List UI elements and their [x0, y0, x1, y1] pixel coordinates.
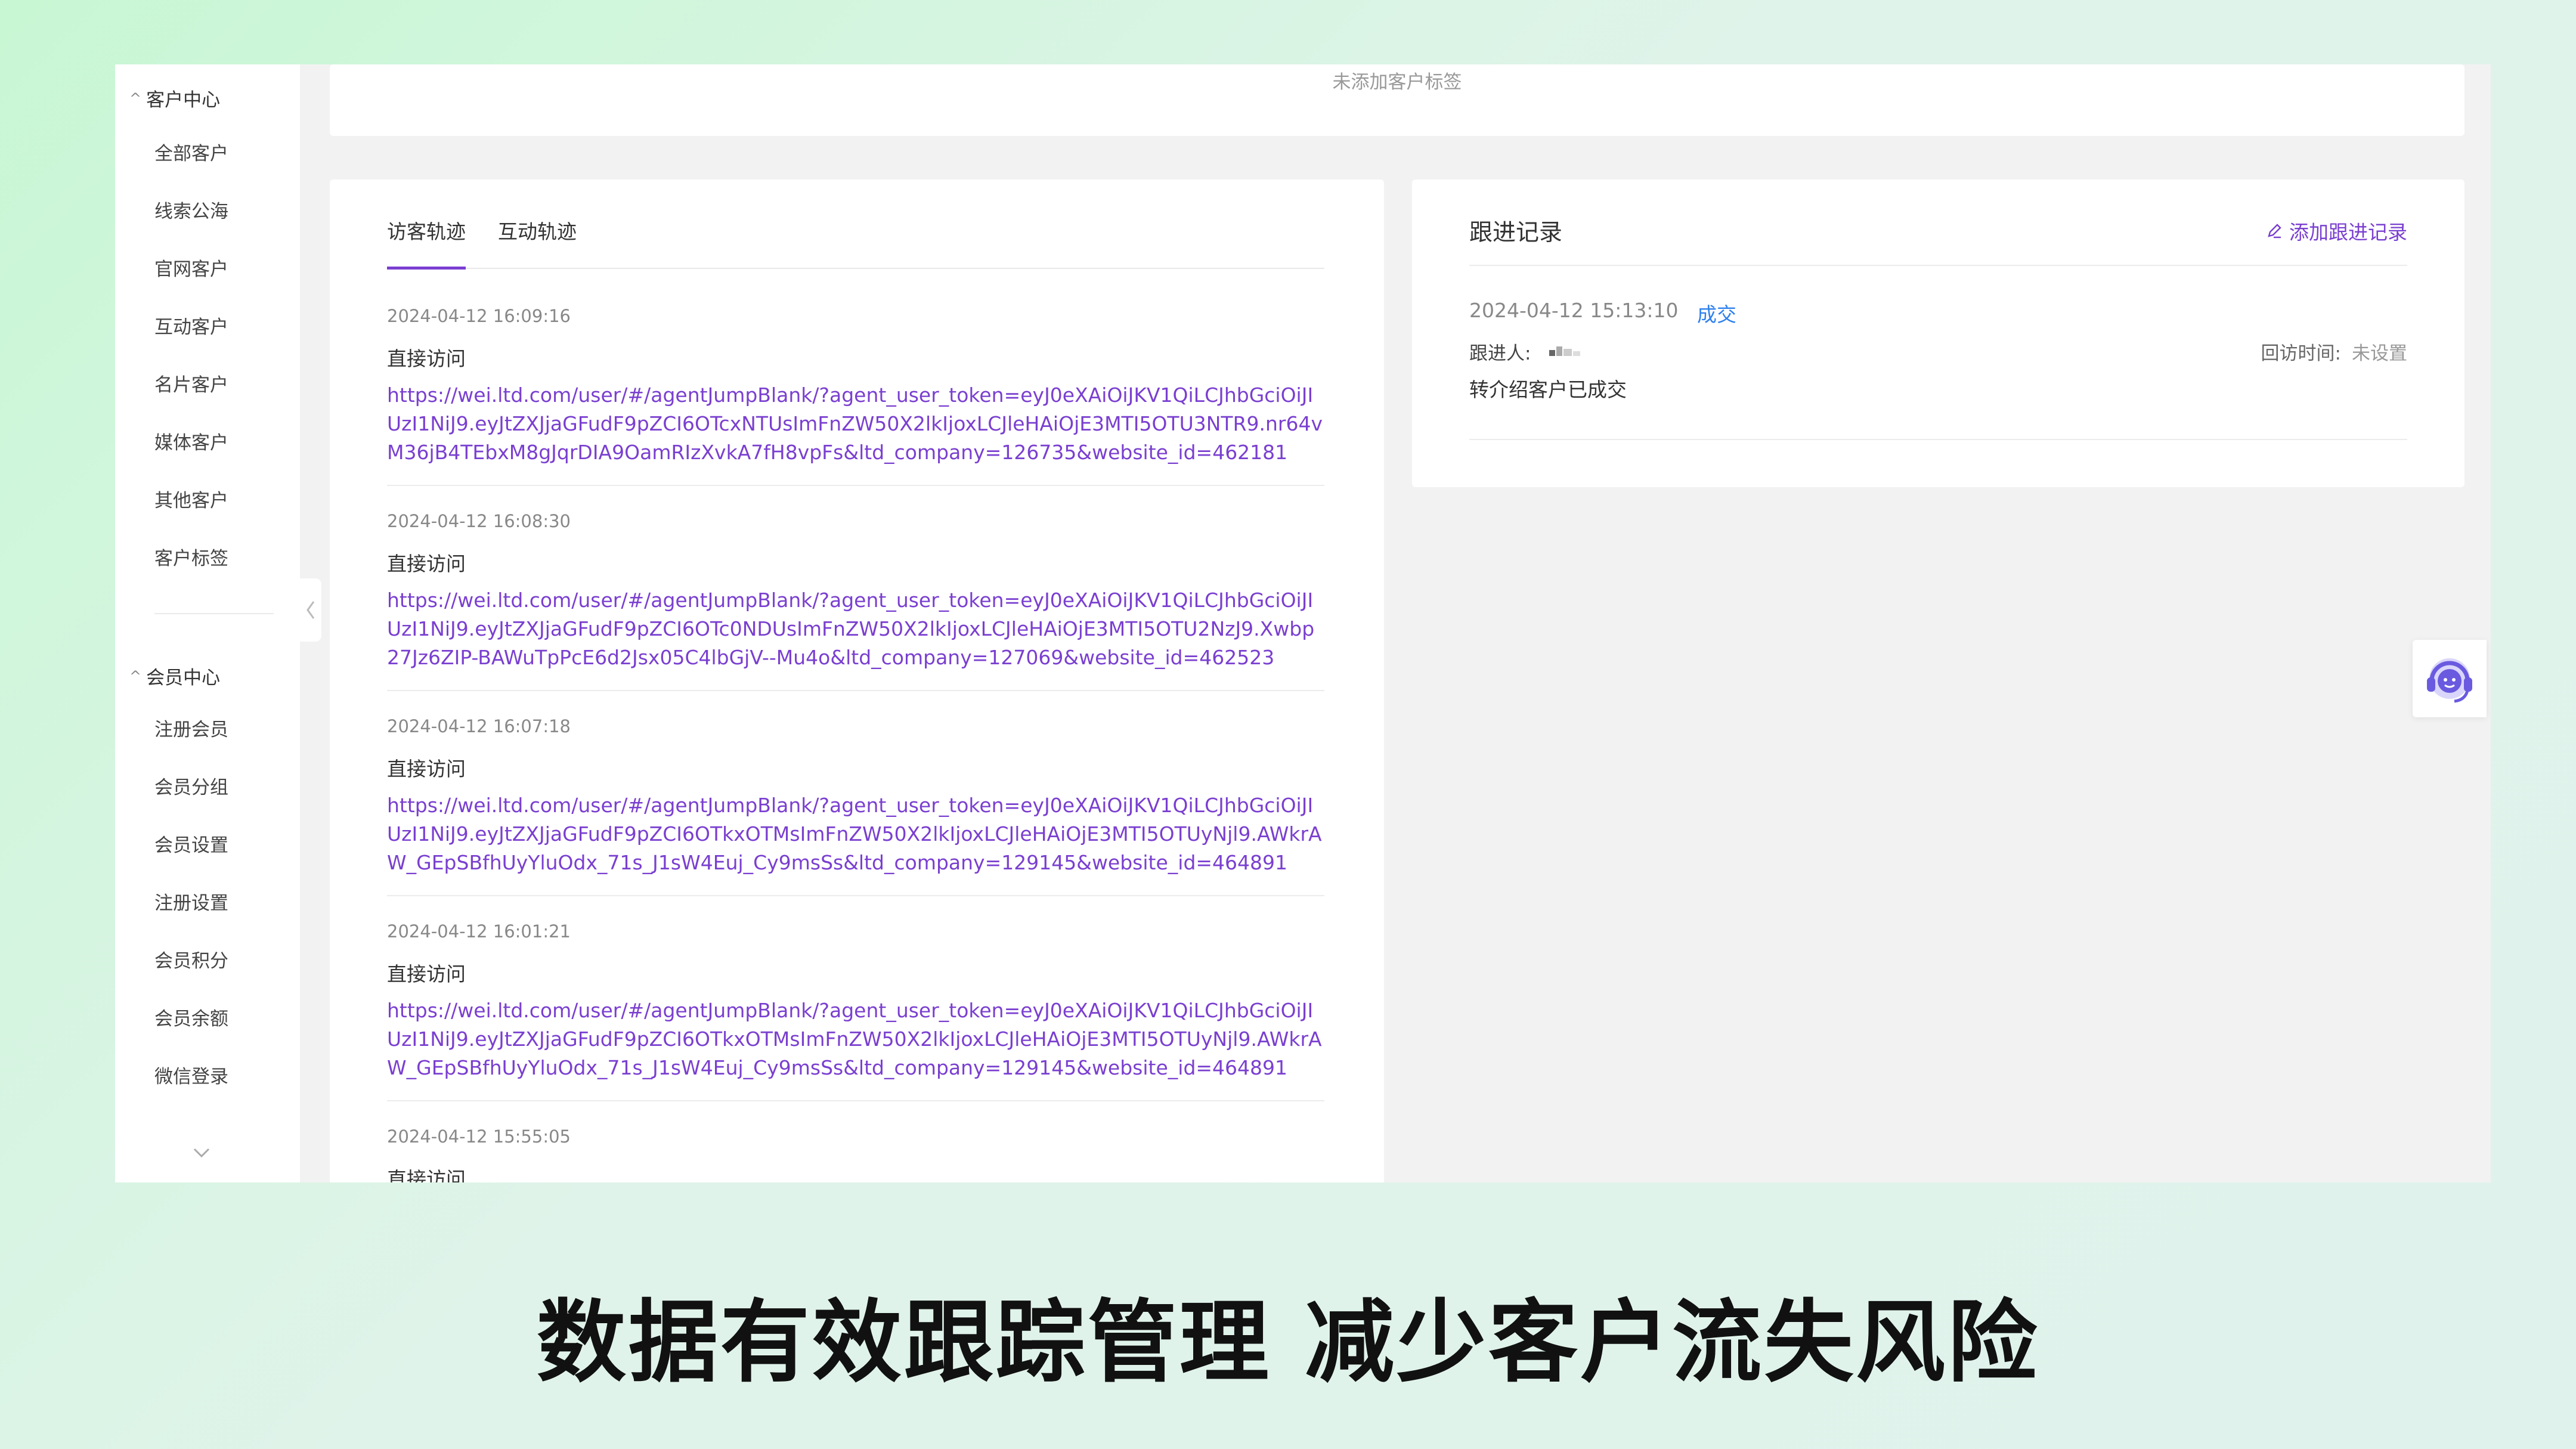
entry-url-link[interactable]: https://wei.ltd.com/user/#/agentJumpBlan…	[387, 996, 1324, 1082]
entry-type: 直接访问	[387, 552, 466, 575]
sidebar-collapse-toggle[interactable]	[300, 578, 321, 642]
sidebar-item-lead-pool[interactable]: 线索公海	[154, 196, 228, 223]
follow-up-title: 跟进记录	[1469, 219, 1563, 246]
chevron-left-icon	[306, 601, 315, 619]
sidebar-item-member-groups[interactable]: 会员分组	[154, 772, 228, 799]
entry-time: 2024-04-12 16:01:21	[387, 921, 571, 942]
entry-time: 2024-04-12 15:55:05	[387, 1126, 571, 1147]
list-item: 2024-04-12 16:08:30 直接访问 https://wei.ltd…	[387, 511, 1324, 691]
visitor-track-card: 访客轨迹 互动轨迹 2024-04-12 16:09:16 直接访问 https…	[330, 179, 1384, 1182]
entry-url-link[interactable]: https://wei.ltd.com/user/#/agentJumpBlan…	[387, 381, 1324, 467]
promo-caption: 数据有效跟踪管理 减少客户流失风险	[536, 1291, 2040, 1395]
follower-avatar	[1549, 346, 1580, 356]
entry-url-link[interactable]: https://wei.ltd.com/user/#/agentJumpBlan…	[387, 791, 1324, 877]
list-item: 2024-04-12 16:01:21 直接访问 https://wei.ltd…	[387, 921, 1324, 1101]
revisit-time: 回访时间: 未设置	[2261, 338, 2407, 365]
headset-icon	[2427, 658, 2472, 703]
tab-interaction-track[interactable]: 互动轨迹	[498, 214, 577, 267]
header-divider	[1469, 265, 2407, 266]
follow-up-card: 跟进记录 添加跟进记录 2024-04-12 15:13:10 成交 跟进人: …	[1412, 179, 2464, 487]
sidebar-item-member-settings[interactable]: 会员设置	[154, 830, 228, 857]
sidebar-item-wechat-login[interactable]: 微信登录	[154, 1061, 228, 1088]
revisit-label: 回访时间:	[2261, 343, 2341, 364]
follower-label: 跟进人:	[1469, 343, 1531, 364]
sidebar-item-all-customers[interactable]: 全部客户	[154, 138, 228, 165]
chevron-up-icon: ^	[129, 89, 142, 107]
track-tabs: 访客轨迹 互动轨迹	[387, 214, 1324, 270]
add-follow-up-button[interactable]: 添加跟进记录	[2265, 216, 2407, 245]
section-title: 会员中心	[146, 667, 221, 689]
sidebar-item-media-customers[interactable]: 媒体客户	[154, 428, 228, 454]
app-frame: ^ 客户中心 全部客户 线索公海 官网客户 互动客户 名片客户 媒体客户 其他客…	[115, 64, 2491, 1182]
record-note: 转介绍客户已成交	[1469, 378, 1627, 401]
sidebar-item-member-points[interactable]: 会员积分	[154, 946, 228, 973]
chevron-up-icon: ^	[129, 667, 142, 685]
entry-type: 直接访问	[387, 757, 466, 781]
entry-type: 直接访问	[387, 962, 466, 986]
entry-time: 2024-04-12 16:07:18	[387, 716, 571, 736]
sidebar-item-interactive-customers[interactable]: 互动客户	[154, 312, 228, 339]
empty-tags-text: 未添加客户标签	[1332, 72, 1462, 93]
add-follow-up-label: 添加跟进记录	[2289, 221, 2407, 244]
sidebar-item-customer-tags[interactable]: 客户标签	[154, 543, 228, 570]
revisit-value: 未设置	[2352, 343, 2407, 364]
section-title: 客户中心	[146, 89, 221, 111]
record-time: 2024-04-12 15:13:10	[1469, 299, 1679, 322]
sidebar-divider	[154, 613, 274, 614]
sidebar-item-member-balance[interactable]: 会员余额	[154, 1004, 228, 1030]
chevron-down-icon[interactable]	[193, 1144, 210, 1162]
customer-support-button[interactable]	[2413, 640, 2487, 717]
entry-time: 2024-04-12 16:09:16	[387, 306, 571, 326]
customer-tags-card: 未添加客户标签	[330, 64, 2464, 136]
entry-time: 2024-04-12 16:08:30	[387, 511, 571, 531]
entry-type: 直接访问	[387, 347, 466, 370]
list-item: 2024-04-12 16:09:16 直接访问 https://wei.ltd…	[387, 306, 1324, 486]
sidebar-item-website-customers[interactable]: 官网客户	[154, 254, 228, 281]
entry-url-link[interactable]: https://wei.ltd.com/user/#/agentJumpBlan…	[387, 586, 1324, 672]
list-item: 2024-04-12 16:07:18 直接访问 https://wei.ltd…	[387, 716, 1324, 896]
entry-type: 直接访问	[387, 1168, 466, 1182]
record-divider	[1469, 439, 2407, 440]
status-badge: 成交	[1697, 303, 1736, 326]
list-item: 2024-04-12 15:55:05 直接访问	[387, 1126, 1324, 1182]
sidebar-item-registration-settings[interactable]: 注册设置	[154, 888, 228, 915]
sidebar-item-card-customers[interactable]: 名片客户	[154, 370, 228, 397]
sidebar-item-registered-members[interactable]: 注册会员	[154, 714, 228, 741]
section-customer-center[interactable]: ^ 客户中心	[129, 85, 220, 112]
sidebar: ^ 客户中心 全部客户 线索公海 官网客户 互动客户 名片客户 媒体客户 其他客…	[115, 64, 300, 1182]
tab-visitor-track[interactable]: 访客轨迹	[387, 214, 466, 270]
section-member-center[interactable]: ^ 会员中心	[129, 662, 220, 689]
sidebar-item-other-customers[interactable]: 其他客户	[154, 485, 228, 512]
edit-icon	[2268, 224, 2281, 239]
